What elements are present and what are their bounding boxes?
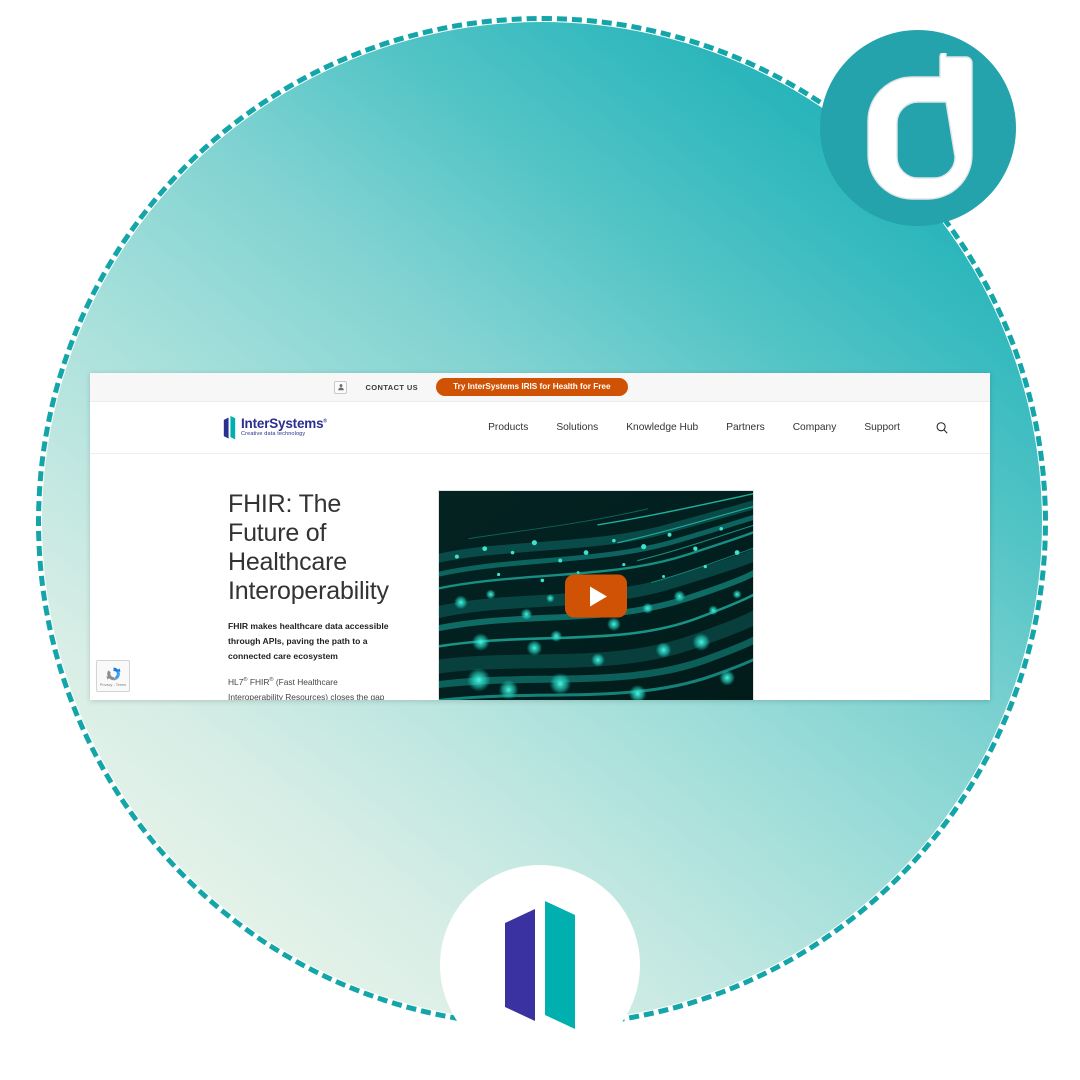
letter-d-badge	[820, 30, 1016, 226]
page-title: FHIR: The Future of Healthcare Interoper…	[228, 490, 389, 605]
search-icon[interactable]	[934, 420, 950, 436]
recaptcha-privacy: Privacy	[99, 682, 113, 687]
nav-item-partners[interactable]: Partners	[726, 422, 765, 433]
nav-item-support[interactable]: Support	[864, 422, 900, 433]
utility-bar: CONTACT US Try InterSystems IRIS for Hea…	[90, 373, 990, 402]
logo-name: InterSystems®	[241, 415, 327, 431]
try-iris-free-button[interactable]: Try InterSystems IRIS for Health for Fre…	[436, 377, 628, 397]
logo-tagline: Creative data technology	[241, 431, 306, 438]
contact-us-link[interactable]: CONTACT US	[365, 383, 418, 392]
nav-item-products[interactable]: Products	[488, 422, 528, 433]
user-icon[interactable]	[334, 380, 348, 394]
hero-body-pre: HL7	[228, 677, 244, 688]
intersystems-logo[interactable]: InterSystems® Creative data technology	[223, 415, 327, 441]
hero-subtitle-line2: through APIs, paving the path to a conne…	[228, 636, 368, 662]
nav-item-knowledge-hub[interactable]: Knowledge Hub	[626, 422, 698, 433]
logo-wordmark: InterSystems® Creative data technology	[241, 417, 327, 438]
intersystems-door-badge	[440, 865, 640, 1065]
recaptcha-legal-text: Privacy - Terms	[100, 683, 126, 687]
hero-subtitle-line1: FHIR makes healthcare data accessible	[228, 621, 389, 631]
main-navigation: InterSystems® Creative data technology P…	[90, 402, 990, 454]
hero-body-mid: FHIR	[247, 677, 270, 688]
nav-item-company[interactable]: Company	[793, 422, 837, 433]
nav-item-solutions[interactable]: Solutions	[556, 422, 598, 433]
browser-window: CONTACT US Try InterSystems IRIS for Hea…	[90, 373, 990, 700]
recaptcha-badge[interactable]: Privacy - Terms	[96, 660, 130, 692]
hero-section: FHIR: The Future of Healthcare Interoper…	[90, 454, 990, 700]
recaptcha-separator: -	[113, 682, 115, 687]
nav-links: Products Solutions Knowledge Hub Partner…	[488, 420, 950, 436]
hero-copy: FHIR: The Future of Healthcare Interoper…	[132, 490, 394, 700]
door-icon	[223, 415, 236, 441]
play-icon[interactable]	[565, 574, 627, 618]
hero-subtitle: FHIR makes healthcare data accessible th…	[228, 619, 394, 664]
poster-canvas: CONTACT US Try InterSystems IRIS for Hea…	[0, 0, 1080, 1080]
video-thumbnail[interactable]	[438, 490, 754, 700]
recaptcha-terms: Terms	[115, 682, 127, 687]
hero-body-text: HL7® FHIR® (Fast Healthcare Interoperabi…	[228, 675, 394, 700]
